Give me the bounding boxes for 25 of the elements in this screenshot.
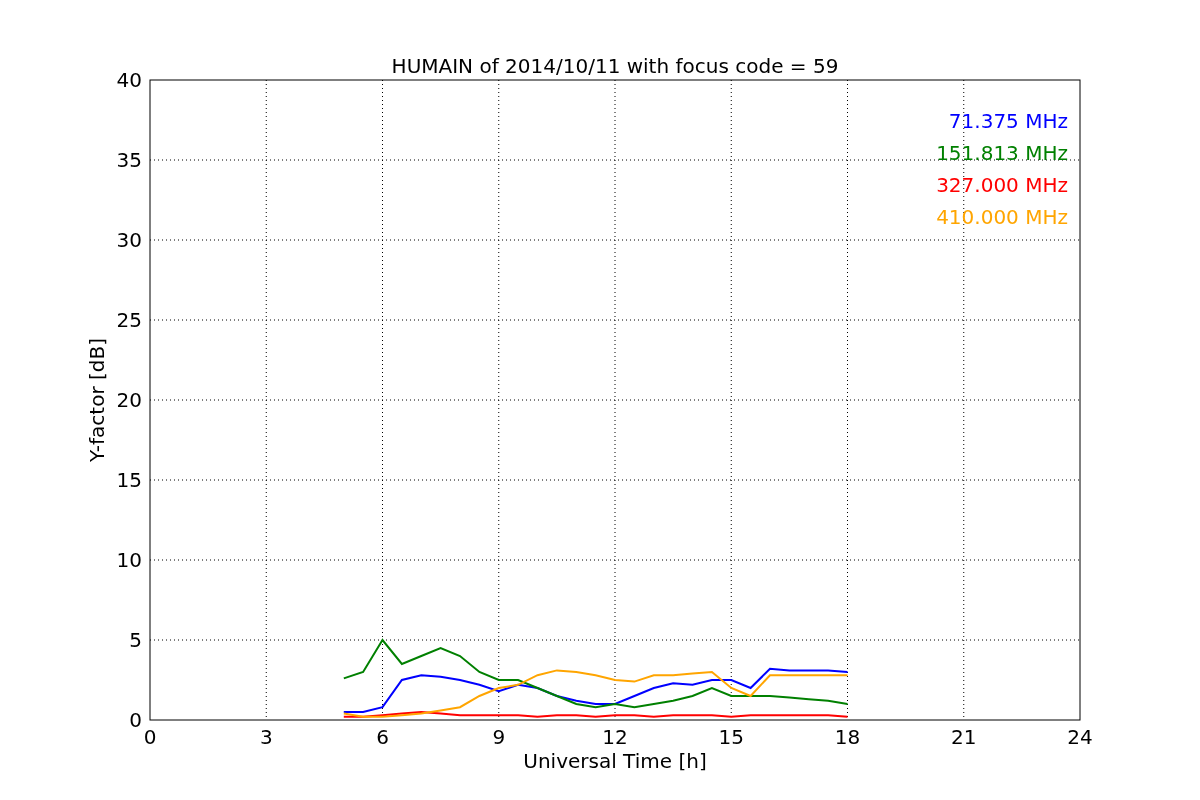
y-tick-label: 15 <box>116 468 142 492</box>
x-tick-label: 3 <box>259 725 273 749</box>
legend-label: 327.000 MHz <box>936 173 1068 197</box>
x-tick-label: 6 <box>376 725 389 749</box>
y-tick-label: 20 <box>116 388 142 412</box>
y-tick-label: 25 <box>116 308 142 332</box>
chart-title: HUMAIN of 2014/10/11 with focus code = 59 <box>391 54 839 78</box>
y-axis-label: Y-factor [dB] <box>85 338 109 462</box>
x-tick-label: 12 <box>602 725 628 749</box>
legend-label: 151.813 MHz <box>936 141 1068 165</box>
y-tick-label: 0 <box>129 708 142 732</box>
x-tick-label: 18 <box>834 725 861 749</box>
y-tick-label: 10 <box>116 548 142 572</box>
y-tick-label: 5 <box>129 628 142 652</box>
y-tick-label: 30 <box>116 228 142 252</box>
x-axis-label: Universal Time [h] <box>523 749 707 773</box>
x-tick-label: 24 <box>1067 725 1093 749</box>
y-tick-label: 40 <box>116 68 142 92</box>
x-tick-label: 15 <box>718 725 744 749</box>
x-tick-label: 21 <box>951 725 977 749</box>
x-tick-label: 9 <box>492 725 506 749</box>
legend-label: 410.000 MHz <box>936 205 1068 229</box>
y-tick-label: 35 <box>116 148 142 172</box>
legend-label: 71.375 MHz <box>948 109 1068 133</box>
x-tick-label: 0 <box>143 725 157 749</box>
